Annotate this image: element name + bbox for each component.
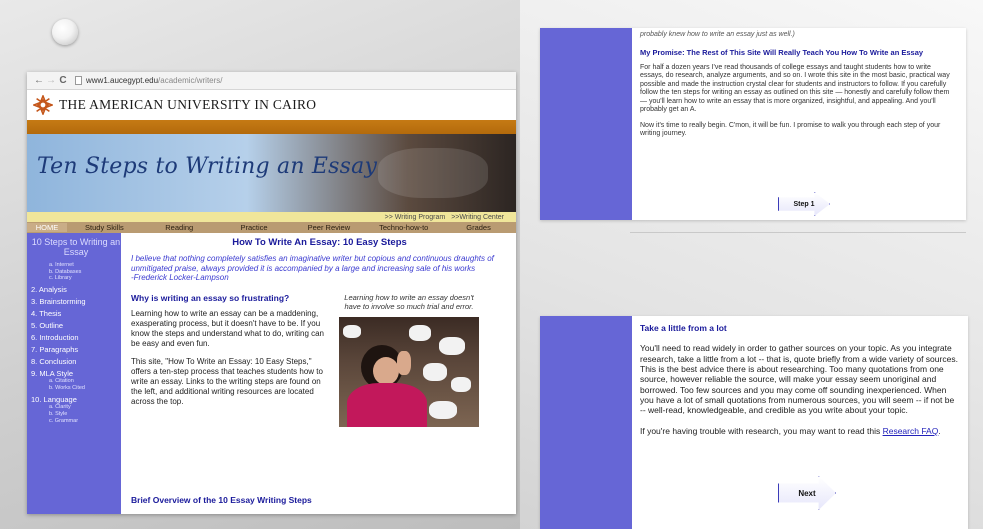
promise-card: probably knew how to write an essay just…	[540, 28, 966, 220]
menu-study-skills[interactable]: Study Skills	[67, 223, 142, 232]
sidebar-item-brainstorming[interactable]: 3. Brainstorming	[31, 297, 121, 306]
student-body	[347, 382, 427, 427]
site-header: THE AMERICAN UNIVERSITY IN CAIRO	[27, 90, 516, 120]
research-card: Take a little from a lot You'll need to …	[540, 316, 968, 529]
section-heading: Why is writing an essay so frustrating?	[131, 292, 290, 303]
url-host: www1.aucegypt.edu	[86, 76, 159, 85]
step-1-button[interactable]: Step 1	[778, 192, 830, 216]
decorative-bubble	[52, 19, 78, 45]
menu-practice[interactable]: Practice	[217, 223, 292, 232]
menu-reading[interactable]: Reading	[142, 223, 217, 232]
card-stripe	[540, 316, 632, 529]
card-stripe	[540, 28, 632, 220]
address-bar: ← → C www1.aucegypt.edu /academic/writer…	[27, 72, 516, 90]
promise-heading: My Promise: The Rest of This Site Will R…	[640, 47, 924, 57]
url-field[interactable]: www1.aucegypt.edu /academic/writers/	[75, 74, 223, 87]
sidebar-sub-works-cited[interactable]: b. Works Cited	[31, 385, 121, 392]
crumpled-paper	[343, 324, 361, 338]
sidebar-sub-clarity[interactable]: a. Clarity	[31, 404, 121, 411]
next-button[interactable]: Next	[778, 476, 836, 510]
writing-program-link[interactable]: >> Writing Program	[385, 214, 446, 221]
sidebar-item-paragraphs[interactable]: 7. Paragraphs	[31, 345, 121, 354]
sidebar-item-language[interactable]: 10. Language	[31, 395, 121, 404]
intro-paragraph-2: This site, "How To Write an Essay: 10 Ea…	[131, 356, 323, 406]
sidebar-title: 10 Steps to Writing an Essay	[31, 237, 121, 258]
crumpled-paper	[439, 336, 465, 355]
sidebar-item-introduction[interactable]: 6. Introduction	[31, 333, 121, 342]
photo-caption: Learning how to write an essay doesn't h…	[344, 292, 474, 311]
page-icon	[75, 76, 82, 85]
student-face	[373, 356, 399, 385]
crumpled-paper	[423, 362, 447, 381]
sidebar-item-conclusion[interactable]: 8. Conclusion	[31, 357, 121, 366]
top-menu: HOME Study Skills Reading Practice Peer …	[27, 222, 516, 233]
writing-center-link[interactable]: >>Writing Center	[451, 214, 504, 221]
promise-paragraph-2: Now it's time to really begin. C'mon, it…	[640, 121, 941, 138]
browser-window: ← → C www1.aucegypt.edu /academic/writer…	[27, 72, 516, 514]
reload-icon[interactable]: C	[57, 75, 69, 86]
sidebar-item-thesis[interactable]: 4. Thesis	[31, 309, 121, 318]
sidebar-sub-grammar[interactable]: c. Grammar	[31, 418, 121, 425]
page-content: 10 Steps to Writing an Essay a. Internet…	[27, 233, 516, 514]
sidebar-sub-databases[interactable]: b. Databases	[31, 269, 121, 276]
photo-block: Learning how to write an essay doesn't h…	[339, 293, 479, 427]
sidebar-item-analysis[interactable]: 2. Analysis	[31, 285, 121, 294]
auc-logo-icon	[33, 95, 53, 115]
sidebar-sub-library[interactable]: c. Library	[31, 275, 121, 282]
sidebar-sub-internet[interactable]: a. Internet	[31, 262, 121, 269]
crumpled-paper	[409, 324, 431, 341]
menu-peer-review[interactable]: Peer Review	[291, 223, 366, 232]
crumpled-paper	[451, 376, 471, 392]
banner-decoration	[378, 148, 488, 198]
steps-sidebar: 10 Steps to Writing an Essay a. Internet…	[27, 233, 121, 514]
student-photo	[339, 316, 479, 427]
sidebar-sub-style[interactable]: b. Style	[31, 411, 121, 418]
back-arrow-icon[interactable]: ←	[33, 75, 45, 86]
url-path: /academic/writers/	[158, 76, 223, 85]
orange-divider	[27, 120, 516, 134]
banner-title: Ten Steps to Writing an Essay	[37, 154, 378, 179]
page-title: How To Write An Essay: 10 Easy Steps	[232, 237, 407, 248]
student-hand	[397, 350, 411, 375]
institution-name: THE AMERICAN UNIVERSITY IN CAIRO	[59, 97, 317, 112]
site-banner: Ten Steps to Writing an Essay	[27, 134, 516, 212]
research-paragraph-2-end: .	[938, 425, 941, 436]
research-faq-link[interactable]: Research FAQ	[883, 426, 939, 436]
sidebar-sub-citation[interactable]: a. Citation	[31, 378, 121, 385]
quote-author: -Frederick Locker-Lampson	[131, 273, 229, 283]
menu-grades[interactable]: Grades	[441, 223, 516, 232]
research-paragraph-2: If you're having trouble with research, …	[640, 426, 958, 436]
promise-paragraph-1: For half a dozen years I've read thousan…	[640, 63, 950, 114]
research-paragraph-2-text: If you're having trouble with research, …	[640, 425, 883, 436]
menu-home[interactable]: HOME	[27, 223, 67, 232]
epigraph-quote: I believe that nothing completely satisf…	[131, 254, 508, 283]
section-divider	[630, 232, 966, 233]
program-links-bar: >> Writing Program >>Writing Center	[27, 212, 516, 222]
main-column: How To Write An Essay: 10 Easy Steps I b…	[121, 233, 516, 514]
intro-paragraph-1: Learning how to write an essay can be a …	[131, 308, 325, 348]
forward-arrow-icon[interactable]: →	[45, 75, 57, 86]
menu-techno-how-to[interactable]: Techno-how-to	[366, 223, 441, 232]
sidebar-item-mla-style[interactable]: 9. MLA Style	[31, 369, 121, 378]
sidebar-item-outline[interactable]: 5. Outline	[31, 321, 121, 330]
overview-heading: Brief Overview of the 10 Essay Writing S…	[131, 495, 312, 505]
promise-card-body: probably knew how to write an essay just…	[640, 28, 956, 139]
crumpled-paper	[429, 400, 457, 419]
research-card-body: Take a little from a lot You'll need to …	[640, 316, 958, 436]
clipped-text: probably knew how to write an essay just…	[640, 31, 795, 38]
research-paragraph-1: You'll need to read widely in order to g…	[640, 343, 958, 416]
intro-text: Why is writing an essay so frustrating? …	[131, 293, 331, 427]
research-heading: Take a little from a lot	[640, 323, 727, 333]
quote-text: I believe that nothing completely satisf…	[131, 254, 494, 273]
intro-section: Why is writing an essay so frustrating? …	[131, 293, 508, 427]
